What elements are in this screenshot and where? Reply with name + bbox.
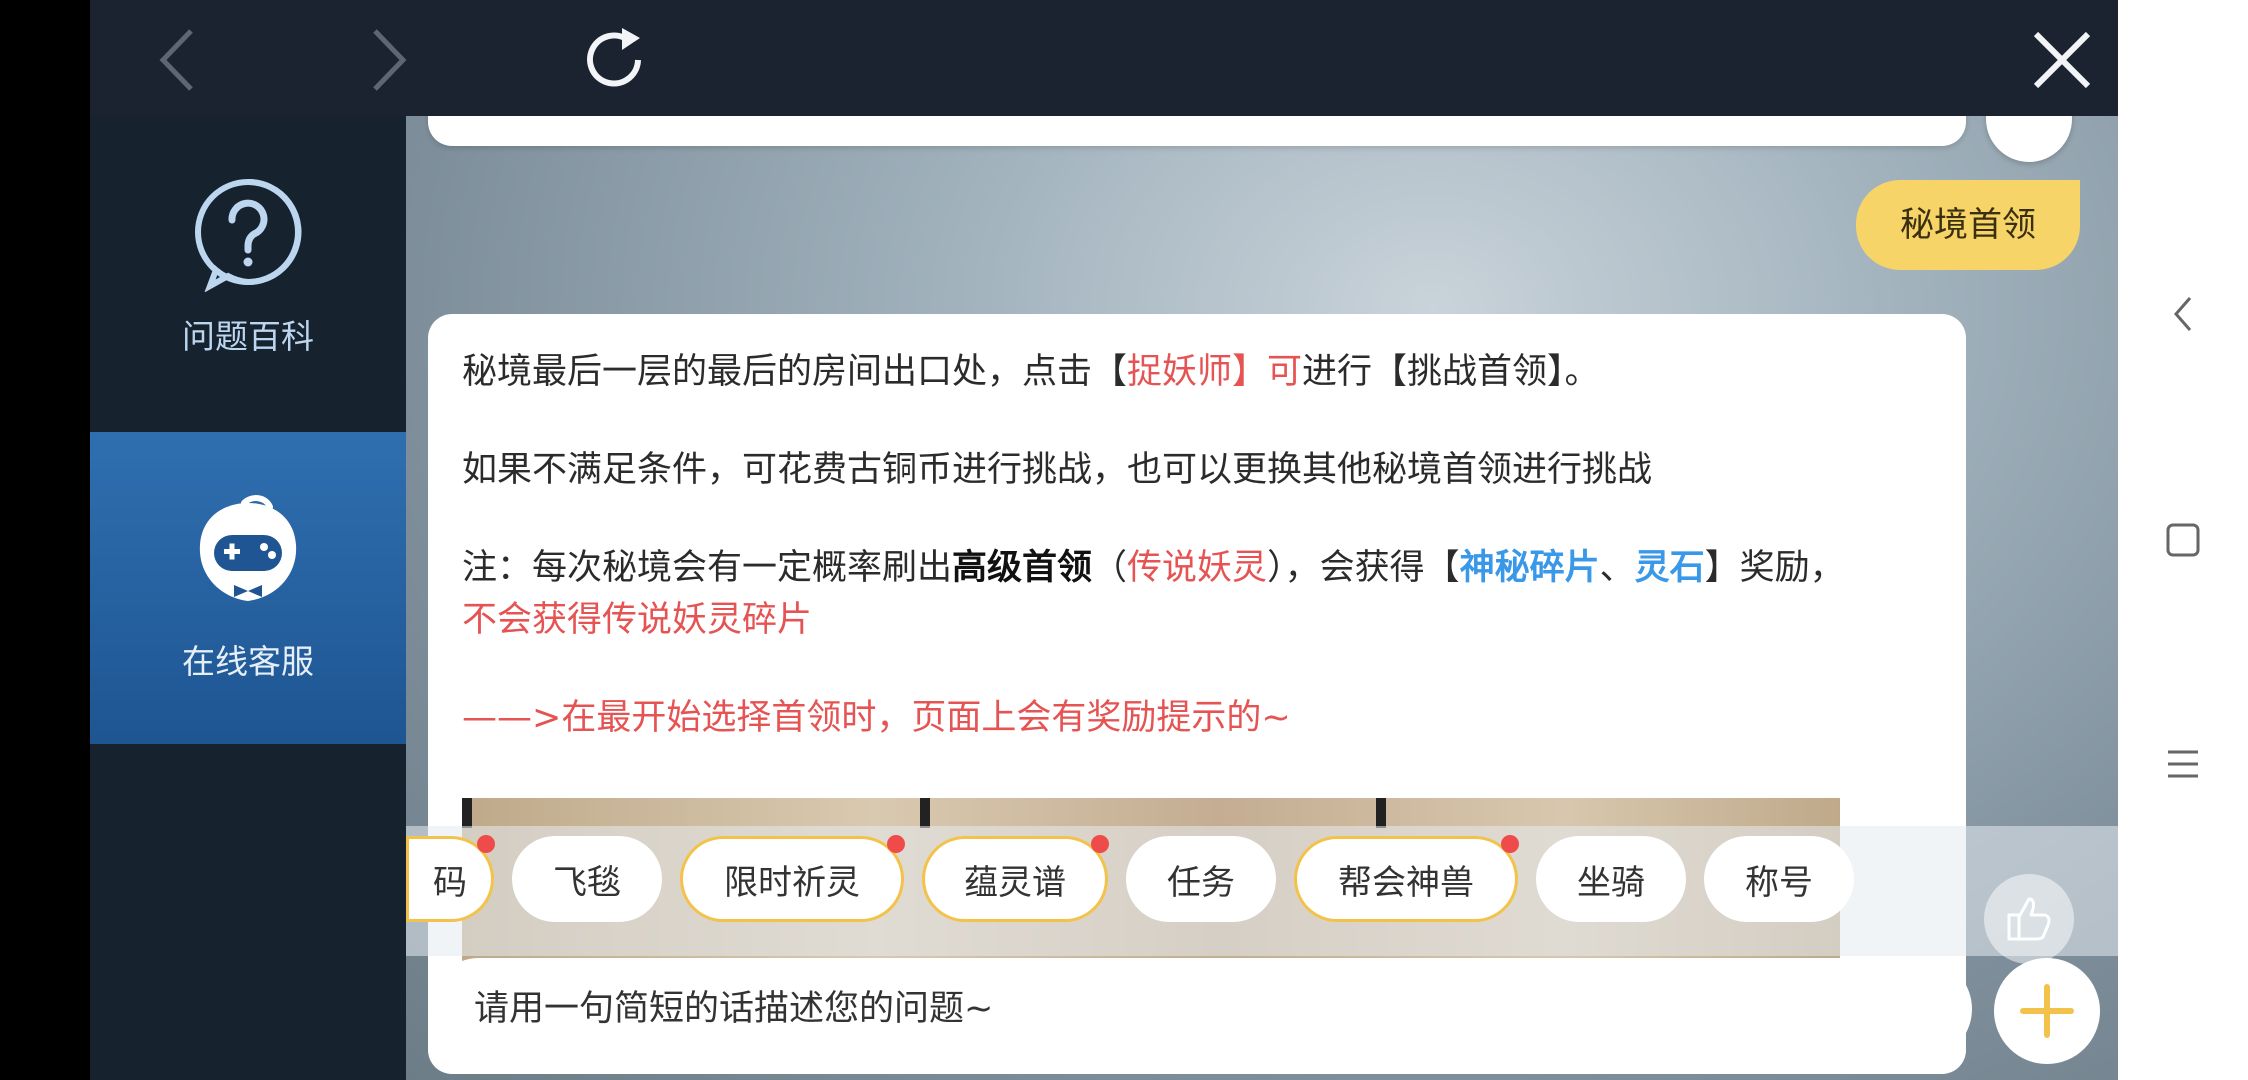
reply-emphasis: 高级首领 <box>952 548 1093 588</box>
more-options-button[interactable] <box>1994 958 2100 1064</box>
reply-keyword: 神秘碎片 <box>1459 548 1600 588</box>
reply-text: 、 <box>1599 548 1635 588</box>
quick-chip[interactable]: 码 <box>406 835 495 922</box>
question-input[interactable] <box>428 958 1972 1060</box>
new-badge-dot <box>1091 835 1109 853</box>
quick-chip-label: 码 <box>433 862 467 903</box>
sidebar-item-label: 问题百科 <box>182 317 314 356</box>
close-icon <box>2033 31 2091 89</box>
sidebar: 问题百科 在线客服 <box>90 116 406 1080</box>
catcher-link[interactable]: 捉妖师】可 <box>1127 352 1302 392</box>
system-navigation-bar <box>2118 0 2248 1080</box>
chevron-right-icon <box>373 29 407 91</box>
reply-paragraph-3: 注：每次秘境会有一定概率刷出高级首领（传说妖灵），会获得【神秘碎片、灵石】奖励，… <box>462 542 1932 646</box>
sidebar-item-label: 在线客服 <box>182 642 314 681</box>
reply-text: 进行【挑战首领】。 <box>1302 352 1600 392</box>
quick-chip[interactable]: 飞毯 <box>512 836 662 922</box>
quick-chip-label: 蕴灵谱 <box>964 862 1066 903</box>
system-back-button[interactable] <box>2118 294 2248 334</box>
quick-chip-label: 限时祈灵 <box>724 862 860 903</box>
thumbs-up-icon <box>2007 897 2051 941</box>
home-square-icon <box>2166 523 2200 557</box>
plus-icon <box>2020 984 2074 1038</box>
reply-warning: 不会获得传说妖灵碎片 <box>462 600 813 640</box>
agent-avatar <box>1986 116 2072 162</box>
forward-button[interactable] <box>348 20 428 100</box>
new-badge-dot <box>887 835 905 853</box>
quick-chip[interactable]: 坐骑 <box>1536 836 1686 922</box>
top-bar <box>90 0 2118 116</box>
reply-text: 秘境最后一层的最后的房间出口处，点击【 <box>462 352 1128 392</box>
reply-text: 】奖励， <box>1704 548 1845 588</box>
quick-chip[interactable]: 称号 <box>1704 836 1854 922</box>
quick-chip[interactable]: 限时祈灵 <box>680 835 905 922</box>
new-badge-dot <box>477 835 495 853</box>
quick-chip[interactable]: 任务 <box>1126 836 1276 922</box>
reply-text: （ <box>1092 548 1128 588</box>
sidebar-item-faq[interactable]: 问题百科 <box>90 176 406 436</box>
reply-text: ），会获得【 <box>1267 548 1460 588</box>
back-triangle-icon <box>2174 297 2192 331</box>
reply-highlight: 传说妖灵 <box>1127 548 1268 588</box>
quick-chip-label: 任务 <box>1167 862 1235 903</box>
question-bubble-icon <box>195 178 302 292</box>
previous-message-card <box>428 116 1966 146</box>
user-message-bubble: 秘境首领 <box>1856 180 2080 270</box>
quick-chip-label: 帮会神兽 <box>1338 862 1474 903</box>
gamepad-mascot-icon <box>199 495 297 601</box>
menu-lines-icon <box>2168 750 2198 778</box>
system-home-button[interactable] <box>2118 522 2248 558</box>
close-button[interactable] <box>2022 20 2102 100</box>
new-badge-dot <box>1501 835 1519 853</box>
like-button[interactable] <box>1984 874 2074 964</box>
reply-keyword: 灵石 <box>1634 548 1705 588</box>
quick-chip-label: 飞毯 <box>553 862 621 903</box>
chevron-left-icon <box>159 29 193 91</box>
quick-chip-label: 称号 <box>1745 862 1813 903</box>
quick-chip-label: 坐骑 <box>1577 862 1645 903</box>
quick-chip[interactable]: 蕴灵谱 <box>922 835 1109 922</box>
reply-text: 注：每次秘境会有一定概率刷出 <box>462 548 953 588</box>
back-button[interactable] <box>138 20 218 100</box>
reply-paragraph-4: ——>在最开始选择首领时，页面上会有奖励提示的~ <box>462 698 1291 738</box>
reply-paragraph-1: 秘境最后一层的最后的房间出口处，点击【捉妖师】可进行【挑战首领】。 <box>462 346 1932 398</box>
system-menu-button[interactable] <box>2118 746 2248 782</box>
sidebar-item-online-service[interactable]: 在线客服 <box>90 432 406 744</box>
quick-chip[interactable]: 帮会神兽 <box>1294 835 1519 922</box>
refresh-button[interactable] <box>574 20 654 100</box>
refresh-icon <box>587 28 641 87</box>
reply-paragraph-2: 如果不满足条件，可花费古铜币进行挑战，也可以更换其他秘境首领进行挑战 <box>462 450 1653 490</box>
